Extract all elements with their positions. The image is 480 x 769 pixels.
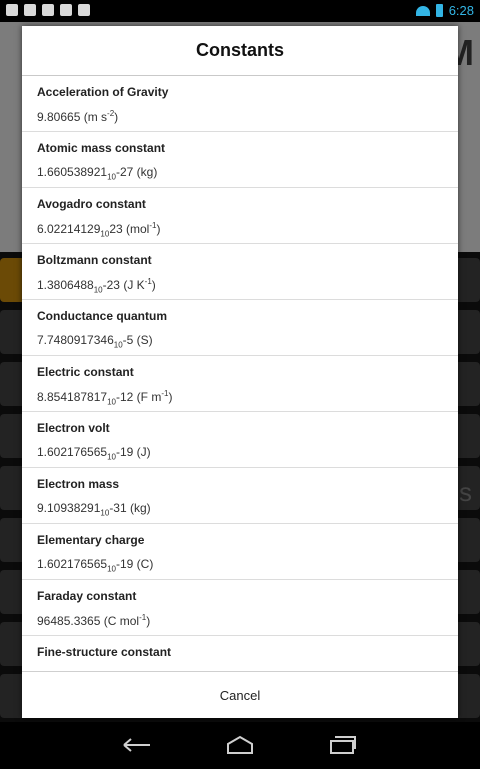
- constant-value: 7.748091734610-5 (S): [37, 333, 458, 349]
- value-text: 1.660538921: [37, 165, 108, 179]
- value-text: 9.80665 (m s: [37, 110, 108, 124]
- constant-name: Electric constant: [37, 365, 134, 379]
- task-icon: [60, 4, 72, 16]
- value-text: ): [156, 222, 161, 236]
- value-text: 6.02214129: [37, 222, 101, 236]
- value-text: ): [151, 278, 156, 292]
- constant-item[interactable]: Atomic mass constant 1.66053892110-27 (kg…: [22, 132, 458, 188]
- constant-value: 1.380648810-23 (J K-1): [37, 277, 458, 294]
- constant-item[interactable]: Conductance quantum 7.748091734610-5 (S): [22, 300, 458, 356]
- cancel-button[interactable]: Cancel: [22, 672, 458, 718]
- constant-item[interactable]: Electron mass 9.1093829110-31 (kg): [22, 468, 458, 524]
- mail-icon: [24, 4, 36, 16]
- constant-name: Acceleration of Gravity: [37, 85, 169, 99]
- constant-item[interactable]: Acceleration of Gravity 9.80665 (m s-2): [22, 76, 458, 132]
- base-subscript: 10: [113, 340, 123, 350]
- home-icon: [227, 735, 253, 754]
- recent-apps-icon: [330, 736, 356, 754]
- value-text: -27 (kg): [115, 165, 158, 179]
- value-text: -31 (kg): [109, 501, 151, 515]
- constant-value: 6.022141291023 (mol-1): [37, 221, 458, 238]
- sim-icon: [6, 4, 18, 16]
- back-arrow-icon: [123, 738, 150, 752]
- constant-name: Avogadro constant: [37, 197, 146, 211]
- cloud-icon: [42, 4, 54, 16]
- wifi-icon: [415, 5, 430, 16]
- constant-name: Fine-structure constant: [37, 645, 172, 659]
- constant-item[interactable]: Faraday constant 96485.3365 (C mol-1): [22, 580, 458, 636]
- constants-list[interactable]: Acceleration of Gravity 9.80665 (m s-2) At…: [22, 76, 458, 672]
- navigation-bar: [0, 722, 480, 769]
- value-text: -19 (C): [115, 557, 154, 571]
- constant-item[interactable]: Boltzmann constant 1.380648810-23 (J K-1): [22, 244, 458, 300]
- constants-dialog: Constants Acceleration of Gravity 9.80665…: [22, 26, 458, 718]
- unit-exponent: -1: [144, 277, 152, 286]
- home-button[interactable]: [225, 732, 255, 758]
- value-text: -5 (S): [122, 333, 153, 347]
- constant-item[interactable]: Avogadro constant 6.022141291023 (mol-1): [22, 188, 458, 244]
- base-subscript: 10: [100, 508, 110, 518]
- value-text: 1.602176565: [37, 445, 108, 459]
- value-text: -19 (J): [115, 445, 151, 459]
- constant-item[interactable]: Elementary charge 1.60217656510-19 (C): [22, 524, 458, 580]
- clock: 6:28: [448, 3, 474, 18]
- value-text: 9.10938291: [37, 501, 101, 515]
- recents-button[interactable]: [328, 732, 358, 758]
- background-glyph: s: [459, 477, 472, 507]
- constant-name: Electron volt: [37, 421, 110, 435]
- constant-name: Electron mass: [37, 477, 120, 491]
- value-text: ): [114, 110, 119, 124]
- value-text: 1.602176565: [37, 557, 108, 571]
- base-subscript: 10: [100, 229, 110, 239]
- value-text: 7.7480917346: [37, 333, 114, 347]
- notification-icons: [6, 4, 90, 16]
- back-button[interactable]: [122, 732, 152, 758]
- constant-item[interactable]: Fine-structure constant7.297352569810-3: [22, 636, 458, 672]
- constant-name: Elementary charge: [37, 533, 145, 547]
- constant-name: Conductance quantum: [37, 309, 168, 323]
- constant-value: 1.66053892110-27 (kg): [37, 165, 458, 181]
- battery-icon: [435, 4, 443, 17]
- value-text: -23 (J K: [102, 278, 145, 292]
- value-text: 8.854187817: [37, 390, 108, 404]
- constant-value: 9.80665 (m s-2): [37, 109, 458, 124]
- status-bar: 6:28: [0, 0, 480, 22]
- constant-value: 1.60217656510-19 (J): [37, 445, 458, 461]
- constant-value: 96485.3365 (C mol-1): [37, 613, 458, 628]
- value-text: -12 (F m: [115, 390, 162, 404]
- dialog-footer: Cancel: [22, 671, 458, 718]
- value-text: ): [146, 614, 151, 628]
- constant-item[interactable]: Electron volt 1.60217656510-19 (J): [22, 412, 458, 468]
- base-subscript: 10: [107, 564, 116, 574]
- base-subscript: 10: [107, 397, 116, 407]
- base-subscript: 10: [93, 285, 103, 295]
- system-icons: 6:28: [415, 3, 474, 18]
- constant-item[interactable]: Electric constant 8.85418781710-12 (F m-1…: [22, 356, 458, 412]
- value-text: 23 (mol: [109, 222, 150, 236]
- constant-value: 9.1093829110-31 (kg): [37, 501, 458, 517]
- value-text: 1.3806488: [37, 278, 94, 292]
- base-subscript: 10: [107, 172, 116, 182]
- constant-value: 8.85418781710-12 (F m-1): [37, 389, 458, 406]
- constant-name: Faraday constant: [37, 589, 137, 603]
- check-icon: [78, 4, 90, 16]
- constant-value: 1.60217656510-19 (C): [37, 557, 458, 573]
- value-text: 96485.3365 (C mol: [37, 614, 140, 628]
- constant-name: Atomic mass constant: [37, 141, 166, 155]
- constant-name: Boltzmann constant: [37, 253, 152, 267]
- value-text: ): [168, 390, 173, 404]
- base-subscript: 10: [107, 452, 116, 462]
- dialog-title: Constants: [22, 26, 458, 76]
